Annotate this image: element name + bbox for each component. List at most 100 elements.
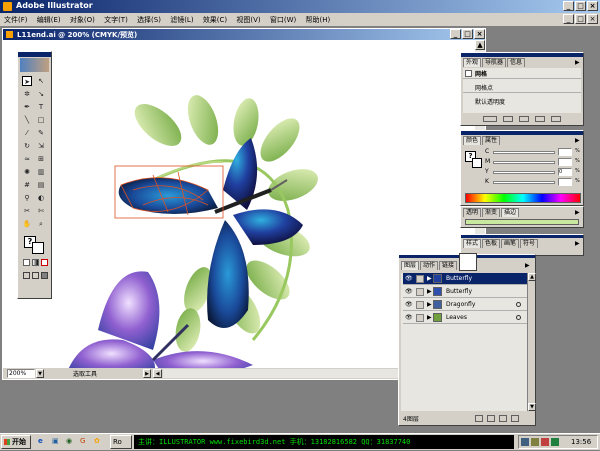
color-spectrum-bar[interactable] — [465, 193, 581, 203]
layers-scrollbar[interactable]: ▲ ▼ — [527, 273, 536, 411]
selection-tool-icon[interactable]: ➤ — [22, 76, 32, 86]
menu-effect[interactable]: 效果(C) — [203, 15, 227, 25]
layer-name[interactable]: Butterfly — [446, 273, 472, 284]
paintbrush-tool-icon[interactable]: ⁄ — [22, 128, 32, 138]
quicklaunch-ie-icon[interactable]: e — [38, 434, 48, 451]
menu-object[interactable]: 对象(O) — [70, 15, 95, 25]
tab-info[interactable]: 信息 — [507, 58, 526, 67]
tab-layers[interactable]: 图层 — [401, 261, 420, 270]
tray-icon-network[interactable] — [521, 438, 529, 446]
maximize-button[interactable]: □ — [575, 1, 586, 11]
scissors-tool-icon[interactable]: ✄ — [36, 206, 46, 216]
doc-maximize-button[interactable]: □ — [462, 29, 473, 39]
new-layer-icon[interactable] — [499, 415, 507, 422]
doc-close-button[interactable]: × — [474, 29, 485, 39]
screen-mode-full[interactable] — [41, 272, 48, 279]
warp-tool-icon[interactable]: ≈ — [22, 154, 32, 164]
menu-filter[interactable]: 滤镜(L) — [170, 15, 193, 25]
panel-menu-icon[interactable]: ▶ — [575, 137, 580, 144]
lock-toggle[interactable] — [416, 275, 424, 283]
pencil-tool-icon[interactable]: ✎ — [36, 128, 46, 138]
color-stroke-swatch[interactable] — [472, 158, 482, 168]
expand-arrow-icon[interactable]: ▶ — [427, 286, 432, 297]
eyedropper-tool-icon[interactable]: ⚲ — [22, 193, 32, 203]
menu-select[interactable]: 选择(S) — [137, 15, 161, 25]
lock-toggle[interactable] — [416, 288, 424, 296]
tab-gradient[interactable]: 渐变 — [482, 208, 501, 217]
channel-value[interactable] — [558, 178, 572, 186]
scroll-up-button[interactable]: ▲ — [528, 273, 536, 281]
visibility-eye-icon[interactable]: 👁 — [405, 273, 414, 284]
expand-arrow-icon[interactable]: ▶ — [427, 273, 432, 284]
slice-tool-icon[interactable]: ✂ — [22, 206, 32, 216]
scale-tool-icon[interactable]: ⇲ — [36, 141, 46, 151]
target-circle-icon[interactable] — [516, 315, 521, 320]
close-button[interactable]: × — [587, 1, 598, 11]
panel-menu-icon[interactable]: ▶ — [575, 59, 580, 66]
zoom-dropdown-button[interactable]: ▼ — [36, 369, 44, 378]
tab-swatches[interactable]: 色板 — [482, 239, 501, 248]
start-button[interactable]: 开始 — [1, 435, 31, 449]
scroll-left-button[interactable]: ◀ — [153, 369, 162, 378]
rotate-tool-icon[interactable]: ↻ — [22, 141, 32, 151]
panel-menu-icon[interactable]: ▶ — [575, 240, 580, 247]
expand-arrow-icon[interactable]: ▶ — [427, 312, 432, 323]
layer-row[interactable]: 👁 ▶ Butterfly — [403, 286, 527, 298]
tab-navigator[interactable]: 导航器 — [482, 58, 507, 67]
gradient-preview-bar[interactable] — [465, 219, 579, 225]
channel-value[interactable] — [558, 148, 572, 156]
layer-name[interactable]: Butterfly — [446, 286, 472, 297]
expand-arrow-icon[interactable]: ▶ — [427, 299, 432, 310]
mesh-tool-icon[interactable]: # — [22, 180, 32, 190]
new-sublayer-icon[interactable] — [487, 415, 495, 422]
swatch-preview[interactable] — [459, 253, 477, 271]
menu-edit[interactable]: 编辑(E) — [37, 15, 61, 25]
delete-layer-icon[interactable] — [511, 415, 519, 422]
doc-minimize-button[interactable]: _ — [450, 29, 461, 39]
channel-value[interactable]: 0 — [558, 168, 572, 176]
mdi-close-button[interactable]: × — [587, 14, 598, 24]
lock-toggle[interactable] — [416, 301, 424, 309]
trash-icon[interactable] — [551, 116, 561, 122]
pen-tool-icon[interactable]: ✒ — [22, 102, 32, 112]
free-transform-tool-icon[interactable]: ⊞ — [36, 154, 46, 164]
color-mode-button[interactable] — [23, 259, 30, 266]
graph-tool-icon[interactable]: ▥ — [36, 167, 46, 177]
scroll-up-button[interactable]: ▲ — [475, 40, 485, 50]
rectangle-tool-icon[interactable]: □ — [36, 115, 46, 125]
make-clipping-mask-icon[interactable] — [475, 415, 483, 422]
menu-type[interactable]: 文字(T) — [104, 15, 128, 25]
mdi-minimize-button[interactable]: _ — [563, 14, 574, 24]
tab-stroke[interactable]: 描边 — [501, 208, 520, 217]
status-menu-button[interactable]: ▶ — [143, 369, 151, 378]
tab-actions[interactable]: 动作 — [420, 261, 439, 270]
line-tool-icon[interactable]: ╲ — [22, 115, 32, 125]
magic-wand-tool-icon[interactable]: ✲ — [22, 89, 32, 99]
type-tool-icon[interactable]: T — [36, 102, 46, 112]
clear-appearance-icon[interactable] — [503, 116, 513, 122]
channel-slider[interactable] — [493, 171, 555, 174]
scroll-down-button[interactable]: ▼ — [528, 403, 536, 411]
channel-value[interactable] — [558, 158, 572, 166]
new-art-icon[interactable] — [483, 116, 497, 122]
layer-row[interactable]: 👁 ▶ Butterfly — [403, 273, 527, 285]
menu-file[interactable]: 文件(F) — [4, 15, 28, 25]
tab-brushes[interactable]: 画笔 — [501, 239, 520, 248]
menu-view[interactable]: 视图(V) — [236, 15, 260, 25]
mdi-restore-button[interactable]: □ — [575, 14, 586, 24]
target-circle-icon[interactable] — [516, 302, 521, 307]
gradient-tool-icon[interactable]: ▤ — [36, 180, 46, 190]
tab-symbols[interactable]: 符号 — [520, 239, 539, 248]
tray-icon-volume[interactable] — [531, 438, 539, 446]
menu-window[interactable]: 窗口(W) — [270, 15, 296, 25]
lock-toggle[interactable] — [416, 314, 424, 322]
layer-row[interactable]: 👁 ▶ Leaves — [403, 312, 527, 324]
visibility-eye-icon[interactable]: 👁 — [405, 312, 414, 323]
lasso-tool-icon[interactable]: ↘ — [36, 89, 46, 99]
appearance-row[interactable]: 网格点 — [463, 82, 581, 93]
gradient-mode-button[interactable] — [32, 259, 39, 266]
quicklaunch-illustrator-icon[interactable]: ✿ — [94, 434, 104, 451]
tab-color[interactable]: 颜色 — [463, 136, 482, 145]
tab-appearance[interactable]: 外观 — [463, 58, 482, 67]
appearance-row[interactable]: 网格 — [463, 68, 581, 79]
